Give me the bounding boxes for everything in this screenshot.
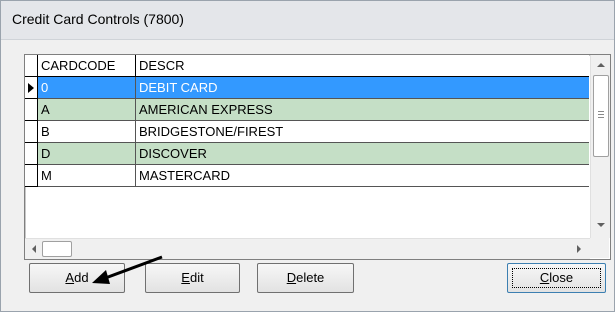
table-row[interactable]: B BRIDGESTONE/FIREST	[25, 121, 589, 143]
cell-cardcode[interactable]: B	[38, 121, 136, 143]
cell-descr[interactable]: DISCOVER	[136, 143, 589, 165]
row-selector[interactable]	[25, 121, 38, 143]
cell-cardcode[interactable]: D	[38, 143, 136, 165]
table-row[interactable]: 0 DEBIT CARD	[25, 77, 589, 99]
grid-corner-cell	[25, 55, 38, 77]
horizontal-scrollbar[interactable]	[25, 238, 590, 259]
cell-descr[interactable]: MASTERCARD	[136, 165, 589, 187]
edit-button-label: dit	[189, 270, 204, 285]
table-row[interactable]: M MASTERCARD	[25, 165, 589, 187]
current-row-pointer-icon	[28, 83, 34, 93]
cell-descr[interactable]: AMERICAN EXPRESS	[136, 99, 589, 121]
grid-header-row: CARDCODE DESCR	[25, 55, 589, 77]
scroll-down-arrow-icon[interactable]	[597, 223, 605, 227]
title-bar: Credit Card Controls (7800)	[1, 1, 614, 40]
cell-descr[interactable]: DEBIT CARD	[136, 77, 589, 99]
credit-card-grid[interactable]: CARDCODE DESCR 0 DEBIT CARD A AMERICAN E…	[24, 54, 611, 260]
scroll-up-arrow-icon[interactable]	[597, 63, 605, 67]
add-button-label: dd	[74, 270, 89, 285]
window-title: Credit Card Controls (7800)	[12, 11, 184, 27]
add-button-mnemonic: A	[65, 270, 75, 285]
scrollbar-corner	[590, 238, 609, 258]
delete-button[interactable]: Delete	[257, 263, 354, 293]
delete-button-mnemonic: D	[286, 270, 297, 285]
edit-button-mnemonic: E	[181, 270, 190, 285]
vertical-scroll-thumb[interactable]	[593, 75, 609, 157]
vertical-scrollbar[interactable]	[590, 55, 610, 238]
scroll-right-arrow-icon[interactable]	[577, 245, 581, 253]
edit-button[interactable]: Edit	[145, 263, 240, 293]
row-selector[interactable]	[25, 143, 38, 165]
close-button-label: lose	[549, 270, 574, 285]
add-button[interactable]: Add	[29, 263, 125, 293]
row-selector[interactable]	[25, 99, 38, 121]
row-selector[interactable]	[25, 165, 38, 187]
close-button-mnemonic: C	[539, 270, 550, 285]
close-button[interactable]: Close	[507, 263, 606, 293]
cell-cardcode[interactable]: 0	[38, 77, 136, 99]
cell-descr[interactable]: BRIDGESTONE/FIREST	[136, 121, 589, 143]
grip-line	[598, 111, 604, 112]
column-header-descr[interactable]: DESCR	[136, 55, 589, 77]
credit-card-controls-window: Credit Card Controls (7800) CARDCODE DES…	[0, 0, 615, 312]
cell-cardcode[interactable]: A	[38, 99, 136, 121]
grip-line	[598, 114, 604, 115]
cell-cardcode[interactable]: M	[38, 165, 136, 187]
grip-line	[598, 117, 604, 118]
column-header-cardcode[interactable]: CARDCODE	[38, 55, 136, 77]
row-selector[interactable]	[25, 77, 38, 99]
scroll-left-arrow-icon[interactable]	[32, 245, 36, 253]
delete-button-label: elete	[296, 270, 325, 285]
table-row[interactable]: A AMERICAN EXPRESS	[25, 99, 589, 121]
horizontal-scroll-thumb[interactable]	[42, 241, 72, 257]
table-row[interactable]: D DISCOVER	[25, 143, 589, 165]
